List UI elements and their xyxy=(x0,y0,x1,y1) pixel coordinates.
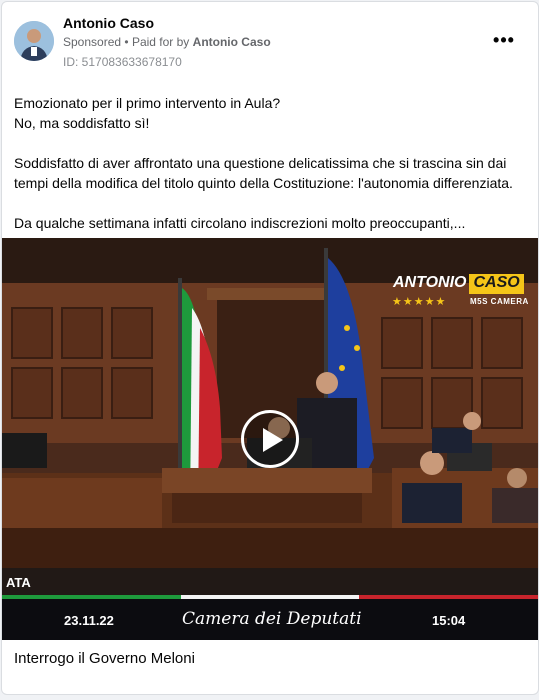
post-caption[interactable]: Interrogo il Governo Meloni xyxy=(14,650,195,667)
broadcast-ticker: ATA 23.11.22 Camera dei Deputati 15:04 xyxy=(2,568,538,640)
logo-name-yellow: CASO xyxy=(469,274,524,294)
more-options-button[interactable]: ••• xyxy=(490,26,518,54)
sponsored-label: Sponsored xyxy=(63,35,122,49)
author-name[interactable]: Antonio Caso xyxy=(63,15,154,31)
logo-name: ANTONIO CASO xyxy=(390,274,524,294)
broadcast-time: 15:04 xyxy=(432,613,466,628)
broadcast-date: 23.11.22 xyxy=(64,613,114,628)
play-icon xyxy=(263,428,283,452)
separator-dot: • xyxy=(124,35,132,49)
post-header: Antonio Caso Sponsored • Paid for by Ant… xyxy=(2,2,538,82)
star-rating-icon: ★★★★★ xyxy=(392,296,447,308)
ticker-top-bar: ATA xyxy=(2,568,538,595)
ticker-text: ATA xyxy=(6,575,31,590)
post-text-line: Da qualche settimana infatti circolano i… xyxy=(14,215,466,231)
paid-by-name[interactable]: Antonio Caso xyxy=(193,35,271,49)
author-avatar[interactable] xyxy=(14,21,54,61)
paid-for-prefix: Paid for by xyxy=(131,35,190,49)
post-text: Emozionato per il primo intervento in Au… xyxy=(14,93,530,233)
logo-subtitle: M5S CAMERA xyxy=(470,297,529,306)
channel-logo: ANTONIO CASO ★★★★★ M5S CAMERA xyxy=(390,274,530,310)
ticker-bottom-bar: 23.11.22 Camera dei Deputati 15:04 xyxy=(2,599,538,640)
logo-name-white: ANTONIO xyxy=(393,274,467,291)
play-button[interactable] xyxy=(241,410,299,468)
ad-post-card: Antonio Caso Sponsored • Paid for by Ant… xyxy=(1,1,539,695)
post-text-line: Emozionato per il primo intervento in Au… xyxy=(14,95,281,111)
video-player[interactable]: ANTONIO CASO ★★★★★ M5S CAMERA ATA 23.11.… xyxy=(2,238,538,640)
post-text-line: No, ma soddisfatto sì! xyxy=(14,115,150,131)
sponsored-line: Sponsored • Paid for by Antonio Caso xyxy=(63,35,271,49)
ad-id: ID: 517083633678170 xyxy=(63,55,182,69)
chamber-name: Camera dei Deputati xyxy=(182,609,362,629)
post-text-line: Soddisfatto di aver affrontato una quest… xyxy=(14,155,513,191)
